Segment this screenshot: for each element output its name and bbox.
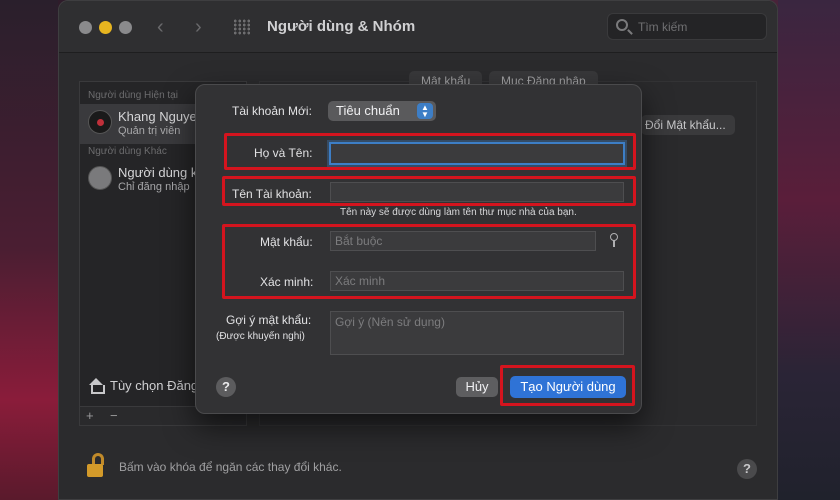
title-bar: ‹ › Người dùng & Nhóm Tìm kiếm [59,1,777,53]
user-role: Quản trị viên [118,125,181,137]
change-password-button[interactable]: Đổi Mật khẩu... [641,115,735,135]
forward-arrow-icon[interactable]: › [195,16,202,39]
avatar [88,110,112,134]
password-hint-recommended: (Được khuyến nghị) [216,331,305,342]
show-all-grid-icon[interactable] [233,19,251,35]
search-field[interactable]: Tìm kiếm [607,13,767,40]
add-user-button[interactable]: + [86,408,94,423]
password-label: Mật khẩu: [260,235,313,249]
current-users-header: Người dùng Hiện tại [88,90,178,101]
desktop-right-strip [778,0,840,500]
account-name-label: Tên Tài khoản: [232,187,312,201]
search-icon [616,19,628,31]
new-user-sheet: Tài khoản Mới: Tiêu chuẩn ▲ ▼ Họ và Tên: … [195,84,642,414]
help-button[interactable]: ? [737,459,757,479]
lock-icon[interactable] [87,453,105,477]
password-hint-input[interactable] [330,311,624,355]
other-users-header: Người dùng Khác [88,146,167,157]
password-hint-label: Gợi ý mật khẩu: [226,313,312,327]
verify-input[interactable] [330,271,624,291]
full-name-label: Họ và Tên: [254,146,313,160]
user-name: Khang Nguyen [118,109,205,124]
search-placeholder: Tìm kiếm [638,20,688,34]
account-type-popup[interactable]: Tiêu chuẩn ▲ ▼ [328,101,436,121]
zoom-window-button[interactable] [119,21,132,34]
dialog-help-button[interactable]: ? [216,377,236,397]
full-name-input[interactable] [329,142,625,165]
minimize-window-button[interactable] [99,21,112,34]
key-icon[interactable] [610,233,618,247]
create-user-button[interactable]: Tạo Người dùng [510,376,626,398]
desktop-left-strip [0,0,58,500]
house-icon [88,378,105,394]
avatar [88,166,112,190]
close-window-button[interactable] [79,21,92,34]
password-input[interactable] [330,231,596,251]
account-name-hint: Tên này sẽ được dùng làm tên thư mục nhà… [340,207,577,218]
lock-status-text: Bấm vào khóa để ngăn các thay đổi khác. [119,460,342,474]
account-type-value: Tiêu chuẩn [336,103,400,118]
window-title: Người dùng & Nhóm [267,18,416,35]
user-role: Chỉ đăng nhập [118,181,190,193]
new-account-label: Tài khoản Mới: [232,104,312,118]
cancel-button[interactable]: Hủy [456,377,498,397]
account-name-input[interactable] [330,182,624,202]
chevron-updown-icon: ▲ ▼ [417,103,433,119]
verify-label: Xác minh: [260,275,314,289]
back-arrow-icon[interactable]: ‹ [157,16,164,39]
remove-user-button[interactable]: − [110,408,118,423]
